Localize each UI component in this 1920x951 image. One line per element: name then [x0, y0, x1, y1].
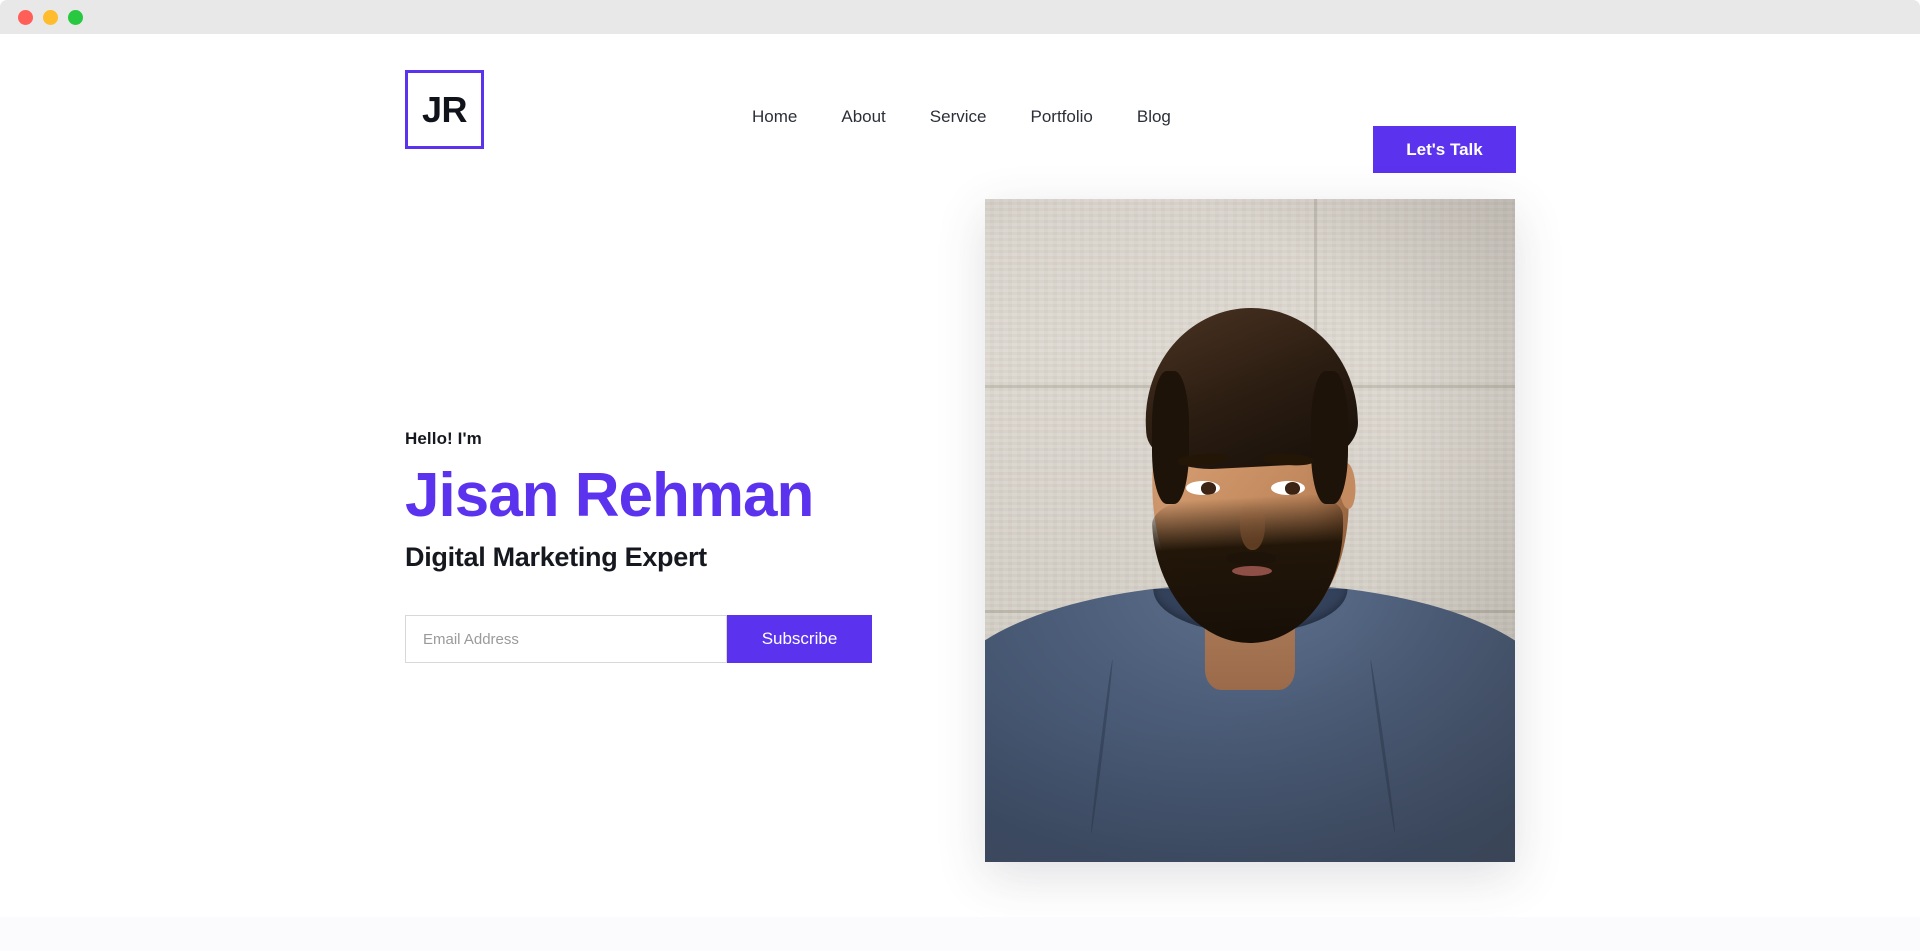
nav-item-home[interactable]: Home	[730, 108, 819, 125]
nav-item-portfolio[interactable]: Portfolio	[1008, 108, 1114, 125]
lets-talk-button[interactable]: Let's Talk	[1373, 126, 1516, 173]
portrait-vignette	[985, 199, 1515, 862]
traffic-lights	[18, 9, 83, 25]
hero-portrait-image	[985, 199, 1515, 862]
maximize-window-button[interactable]	[68, 9, 83, 25]
nav-item-service[interactable]: Service	[908, 108, 1009, 125]
hero-role-subheading: Digital Marketing Expert	[405, 542, 707, 573]
hero-name-heading: Jisan Rehman	[405, 461, 814, 530]
next-section-band	[0, 917, 1920, 951]
hero-greeting: Hello! I'm	[405, 429, 482, 448]
page-canvas: JR Home About Service Portfolio Blog Let…	[0, 34, 1920, 951]
email-input[interactable]	[405, 615, 727, 664]
hero-portrait-frame	[985, 199, 1515, 862]
subscribe-button[interactable]: Subscribe	[727, 615, 872, 664]
hero-text-column: Hello! I'm Jisan Rehman Digital Marketin…	[405, 429, 925, 664]
main-navigation: Home About Service Portfolio Blog	[730, 108, 1193, 125]
browser-chrome	[0, 0, 1920, 34]
subscribe-form: Subscribe	[405, 615, 882, 664]
site-logo[interactable]: JR	[405, 70, 484, 149]
nav-item-blog[interactable]: Blog	[1115, 108, 1193, 125]
minimize-window-button[interactable]	[43, 9, 58, 25]
site-logo-text: JR	[421, 88, 468, 130]
close-window-button[interactable]	[18, 9, 33, 25]
nav-item-about[interactable]: About	[819, 108, 907, 125]
site-header: JR Home About Service Portfolio Blog Let…	[0, 58, 1920, 173]
